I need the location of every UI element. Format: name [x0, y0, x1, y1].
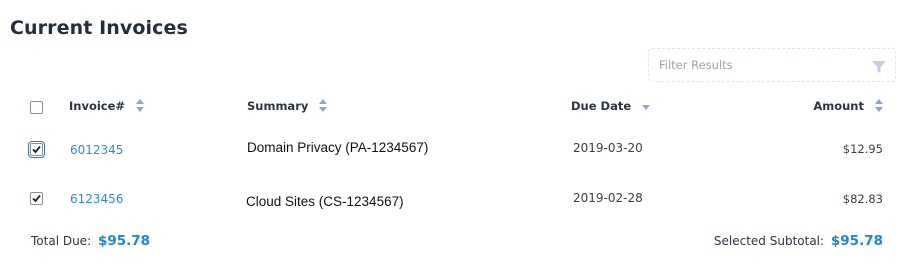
selected-subtotal-label: Selected Subtotal:	[713, 234, 825, 248]
invoice-summary: Domain Privacy (PA-1234567)	[247, 140, 429, 155]
header-summary[interactable]: Summary	[247, 99, 328, 113]
filter-icon[interactable]	[871, 59, 887, 75]
invoice-link[interactable]: 6012345	[70, 143, 123, 157]
header-invoice-label: Invoice#	[69, 99, 126, 113]
total-due-label: Total Due:	[31, 234, 92, 248]
sort-icon[interactable]	[319, 99, 328, 112]
header-amount-label: Amount	[813, 99, 864, 113]
checkmark-icon	[32, 145, 41, 154]
invoice-amount: $82.83	[842, 192, 883, 206]
selected-subtotal: Selected Subtotal: $95.78	[714, 233, 883, 249]
page-title: Current Invoices	[10, 17, 188, 39]
total-due-value: $95.78	[97, 233, 151, 249]
invoice-summary: Cloud Sites (CS-1234567)	[246, 194, 404, 209]
total-due: Total Due: $95.78	[31, 233, 150, 249]
filter-box[interactable]	[648, 48, 896, 82]
sort-desc-icon[interactable]	[642, 99, 651, 112]
header-due-date-label: Due Date	[571, 99, 632, 113]
invoice-due-date: 2019-03-20	[573, 141, 643, 155]
header-invoice[interactable]: Invoice#	[69, 99, 145, 113]
sort-icon[interactable]	[136, 99, 145, 112]
sort-icon[interactable]	[875, 99, 883, 112]
selected-subtotal-value: $95.78	[830, 233, 883, 249]
filter-input[interactable]	[659, 56, 859, 74]
header-due-date[interactable]: Due Date	[571, 99, 651, 113]
row-2-checkbox[interactable]	[30, 192, 43, 205]
select-all-checkbox[interactable]	[30, 101, 43, 114]
checkmark-icon	[32, 194, 41, 203]
invoice-link[interactable]: 6123456	[70, 192, 123, 206]
row-1-checkbox[interactable]	[28, 141, 45, 158]
invoice-amount: $12.95	[842, 142, 883, 156]
header-summary-label: Summary	[247, 99, 309, 113]
header-amount[interactable]: Amount	[813, 99, 883, 113]
invoice-due-date: 2019-02-28	[573, 191, 643, 205]
